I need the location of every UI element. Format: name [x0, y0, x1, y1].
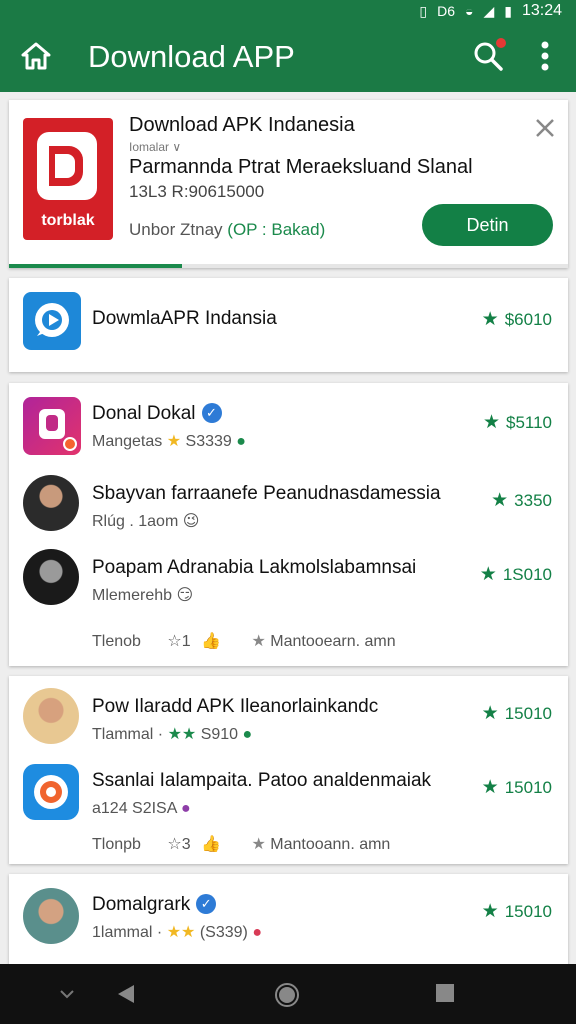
- ad-title: Download APK Indanesia: [129, 114, 355, 136]
- star-icon: ★: [479, 564, 497, 585]
- app-name: DowmlaAPR Indansia: [92, 308, 277, 329]
- ad-description: Parmannda Ptrat Meraeksluand Slanal: [129, 156, 473, 178]
- chevron-down-icon[interactable]: [58, 988, 76, 1000]
- battery-icon: ▮: [504, 3, 512, 19]
- badge-icon: ●: [180, 800, 191, 817]
- app-bar: Download APP: [0, 24, 576, 92]
- app-sub: Tlammal · ★★ S910 ●: [92, 726, 253, 743]
- app-price: ★ 15010: [481, 703, 552, 724]
- wifi-icon: ◒: [464, 3, 474, 19]
- status-bar: ▯ D6 ◒ ◢ ▮ 13:24: [0, 0, 576, 24]
- app-name: Ssanlai Ialampaita. Patoo analdenmaiak: [92, 770, 432, 791]
- home-nav-icon[interactable]: [274, 982, 300, 1008]
- close-icon[interactable]: [533, 116, 557, 140]
- app-group-card: Pow Ilaradd APK Ileanorlainkandc Tlammal…: [9, 676, 568, 864]
- card-actions: Tlonpb ☆3 👍 ★ Mantooann. amn: [92, 836, 391, 853]
- rate-icon[interactable]: ☆: [167, 836, 181, 853]
- page-title: Download APP: [88, 39, 295, 74]
- verified-icon: ✓: [196, 894, 217, 914]
- action-right-label[interactable]: Mantooann. amn: [270, 836, 390, 853]
- action-left-label[interactable]: Tlonpb: [92, 836, 141, 853]
- leaf-icon: ●: [242, 726, 253, 743]
- ad-rating-value: (OP : Bakad): [227, 220, 326, 239]
- ad-rating-label: Unbor Ztnay: [129, 220, 223, 239]
- star-icon: ★: [166, 433, 182, 450]
- badge-icon: ●: [252, 924, 262, 941]
- emoji-icon: 😉: [182, 513, 200, 530]
- app-icon[interactable]: [23, 397, 81, 455]
- carrier-label: D6: [437, 3, 455, 19]
- app-price: ★ 3350: [491, 490, 552, 511]
- app-name: Donal Dokal ✓: [92, 403, 222, 425]
- vibrate-icon: ▯: [419, 3, 428, 19]
- clock: 13:24: [521, 2, 562, 19]
- star-icon: ★: [482, 412, 500, 433]
- action-left-label[interactable]: Tlenob: [92, 633, 141, 650]
- ad-app-icon[interactable]: torblak: [23, 118, 113, 240]
- star-icon: ★: [481, 901, 499, 922]
- app-sub: 1lammal · ★★ (S339) ●: [92, 924, 262, 941]
- app-card[interactable]: DowmlaAPR Indansia ★ $6010: [9, 278, 568, 372]
- app-price: ★ $5110: [482, 412, 552, 433]
- avatar[interactable]: [23, 549, 79, 605]
- action-right-label[interactable]: Mantooearn. amn: [270, 633, 395, 650]
- rate-icon[interactable]: ☆: [167, 633, 181, 650]
- app-group-card: Domalgrark ✓ 1lammal · ★★ (S339) ● ★ 15010: [9, 874, 568, 974]
- ad-rating: Unbor Ztnay (OP : Bakad): [129, 220, 325, 240]
- ad-meta: 13L3 R:90615000: [129, 182, 265, 201]
- signal-icon: ◢: [483, 3, 495, 19]
- avatar[interactable]: [23, 888, 79, 944]
- navigation-bar: [0, 964, 576, 1024]
- app-name: Poapam Adranabia Lakmolslabamnsai: [92, 557, 417, 578]
- ad-card[interactable]: torblak Download APK Indanesia Iomalar ∨…: [9, 100, 568, 268]
- back-icon[interactable]: [114, 982, 138, 1006]
- app-icon[interactable]: [23, 764, 79, 820]
- thumbs-up-icon[interactable]: 👍: [201, 836, 221, 853]
- ad-progress-fill: [9, 264, 183, 268]
- app-price: ★ 15010: [481, 777, 552, 798]
- star-icon: ★★: [167, 726, 197, 743]
- star-icon: ★: [481, 309, 499, 330]
- ad-icon-brand: torblak: [41, 212, 95, 229]
- app-name: Sbayvan farraanefe Peanudnasdamessia: [92, 483, 441, 504]
- star-icon: ★: [481, 703, 499, 724]
- app-icon[interactable]: [23, 292, 81, 350]
- app-group-card: Donal Dokal ✓ Mangetas ★ S3339 ● ★ $5110 S…: [9, 383, 568, 666]
- leaf-icon: ●: [236, 433, 246, 450]
- avatar[interactable]: [23, 688, 79, 744]
- app-price: ★ 15010: [481, 901, 552, 922]
- app-name: Domalgrark ✓: [92, 894, 217, 916]
- star-icon: ★: [491, 490, 509, 511]
- thumbs-up-icon[interactable]: 👍: [201, 633, 221, 650]
- emoji-icon: 😏: [176, 587, 194, 604]
- notification-dot: [496, 38, 506, 48]
- app-price: ★ $6010: [481, 309, 552, 330]
- app-sub: Mangetas ★ S3339 ●: [92, 433, 246, 450]
- target-icon: [34, 775, 68, 809]
- app-name: Pow Ilaradd APK Ileanorlainkandc: [92, 696, 379, 717]
- home-icon[interactable]: [20, 40, 52, 72]
- star-icon: ★: [251, 836, 266, 853]
- recents-icon[interactable]: [434, 982, 456, 1004]
- app-sub: Mlemerehb 😏: [92, 587, 194, 604]
- app-sub: Rlúg . 1aom 😉: [92, 513, 200, 530]
- verified-icon: ✓: [201, 403, 222, 423]
- star-icon: ★★: [166, 924, 196, 941]
- app-logo-icon: [39, 409, 77, 451]
- avatar[interactable]: [23, 475, 79, 531]
- star-icon: ★: [481, 777, 499, 798]
- card-actions: Tlenob ☆1 👍 ★ Mantooearn. amn: [92, 633, 396, 650]
- app-sub: a124 S2ISA ●: [92, 800, 191, 817]
- search-button[interactable]: [472, 38, 506, 72]
- install-button[interactable]: Detin: [422, 204, 553, 246]
- star-icon: ★: [251, 633, 266, 650]
- chat-icon: [35, 303, 69, 337]
- ad-subtitle: Iomalar ∨: [129, 140, 182, 154]
- more-options-icon[interactable]: [534, 38, 556, 74]
- ad-progress-bar: [9, 264, 568, 268]
- app-price: ★ 1S010: [479, 564, 552, 585]
